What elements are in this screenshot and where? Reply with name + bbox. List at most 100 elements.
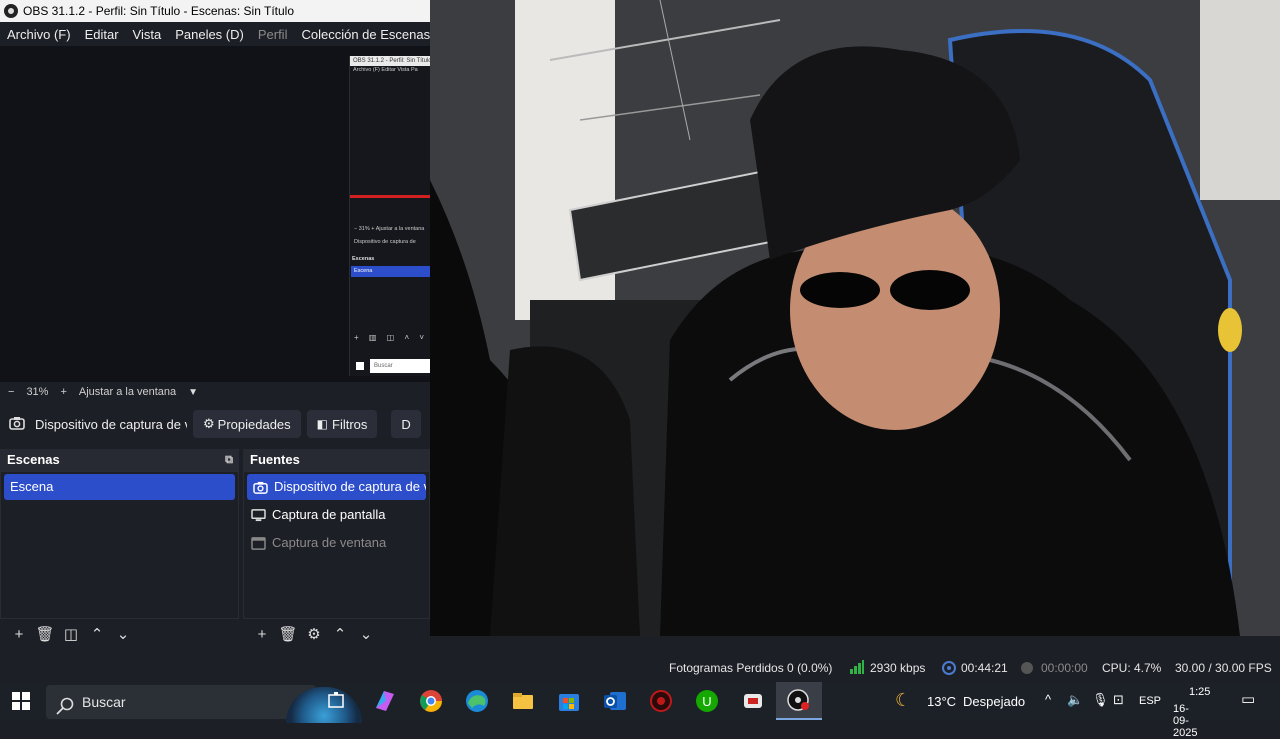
notification-icon[interactable]: ▭ [1241, 690, 1255, 708]
menu-editar[interactable]: Editar [78, 27, 126, 42]
file-explorer-icon[interactable] [510, 688, 536, 714]
cpu-usage: CPU: 4.7% [1102, 661, 1162, 675]
chrome-icon[interactable] [418, 688, 444, 714]
nested-source: Dispositivo de captura de [354, 239, 416, 245]
source-item[interactable]: Captura de pantalla [244, 502, 429, 528]
search-placeholder: Buscar [82, 694, 126, 710]
microphone-icon[interactable]: 🎙 [1092, 692, 1109, 708]
menu-paneles[interactable]: Paneles (D) [168, 27, 251, 42]
zoom-in-button[interactable]: + [60, 386, 66, 398]
camera-icon [253, 480, 268, 494]
more-label: D [401, 416, 411, 432]
window-titlebar: OBS 31.1.2 - Perfil: Sin Título - Escena… [0, 0, 430, 22]
task-view-icon[interactable] [326, 688, 352, 714]
clock-date[interactable]: 16-09-2025 [1173, 703, 1197, 739]
taskbar-search-input[interactable]: Buscar [46, 685, 362, 723]
scenes-list: Escena [0, 471, 239, 619]
zoom-out-button[interactable]: − [8, 386, 14, 398]
sources-dock: Fuentes Dispositivo de captura de vi Cap… [243, 449, 430, 649]
moon-weather-icon[interactable]: ☾ [895, 690, 911, 711]
fit-window-label: Ajustar a la ventana [78, 386, 177, 398]
outlook-icon[interactable] [602, 688, 628, 714]
properties-button[interactable]: ⚙ Propiedades [193, 410, 301, 438]
fps-readout: 30.00 / 30.00 FPS [1175, 661, 1272, 675]
scene-item-label: Escena [10, 479, 54, 494]
status-bar: Fotogramas Perdidos 0 (0.0%) 2930 kbps 0… [0, 654, 1280, 682]
obs-logo-icon [4, 4, 18, 18]
webcam-video-overlay [430, 0, 1280, 636]
store-icon[interactable] [556, 688, 582, 714]
source-item-label: Captura de pantalla [272, 507, 386, 522]
nested-menu: Archivo (F) Editar Vista Pa [353, 67, 418, 73]
source-item[interactable]: Captura de ventana [244, 530, 429, 556]
source-toolbar: Dispositivo de captura de v ⚙ Propiedade… [0, 406, 430, 442]
undock-icon[interactable]: ⧉ [225, 449, 233, 471]
menu-bar: Archivo (F) Editar Vista Paneles (D) Per… [0, 22, 454, 46]
gear-icon: ⚙ [203, 416, 215, 431]
weather-desc[interactable]: Despejado [963, 694, 1025, 709]
menu-vista[interactable]: Vista [126, 27, 169, 42]
bitrate: 2930 kbps [870, 661, 926, 675]
weather-temp[interactable]: 13°C [927, 694, 956, 709]
monitor-icon [250, 508, 266, 522]
nested-red-line [350, 195, 431, 198]
obs-taskbar-icon[interactable] [776, 682, 822, 720]
bitrate-signal-icon [850, 660, 864, 677]
add-source-icon[interactable]: + [249, 626, 275, 643]
stream-time: 00:44:21 [961, 661, 1008, 675]
zoom-value: 31% [26, 386, 49, 398]
sources-title: Fuentes [250, 452, 300, 467]
dropped-frames: Fotogramas Perdidos 0 (0.0%) [669, 661, 833, 675]
dock-bottom-strip [430, 636, 1280, 650]
scenes-toolbar: + 🗑 ◫ ⌃ ⌄ [0, 619, 239, 649]
chevron-up-icon[interactable]: ^ [1045, 692, 1051, 707]
menu-perfil[interactable]: Perfil [251, 27, 295, 42]
camera-icon [9, 416, 25, 433]
windows-taskbar: Buscar U ☾ 13°C Despejado ^ 🔈 🎙 ⊡ ESP 1:… [0, 682, 1280, 739]
streaming-icon [941, 661, 957, 678]
scenes-dock: Escenas ⧉ Escena + 🗑 ◫ ⌃ ⌄ [0, 449, 239, 649]
nested-tools: + ▥ ◫ ˄ ˅ [354, 333, 429, 342]
edge-icon[interactable] [464, 688, 490, 714]
copilot-icon[interactable] [372, 688, 398, 714]
antivirus-icon[interactable] [648, 688, 674, 714]
remove-scene-icon[interactable]: 🗑 [32, 625, 58, 643]
clock-time[interactable]: 1:25 [1189, 686, 1210, 698]
move-down-icon[interactable]: ⌄ [110, 625, 136, 643]
window-title: OBS 31.1.2 - Perfil: Sin Título - Escena… [23, 4, 295, 18]
windows-start-icon[interactable] [12, 692, 30, 710]
scene-item[interactable]: Escena [4, 474, 235, 500]
language-indicator[interactable]: ESP [1139, 695, 1161, 707]
add-scene-icon[interactable]: + [6, 626, 32, 643]
zoom-dropdown-icon[interactable]: ▼ [188, 387, 198, 398]
more-button[interactable]: D [391, 410, 421, 438]
network-icon[interactable]: ⊡ [1113, 692, 1124, 708]
media-icon[interactable] [740, 688, 766, 714]
scenes-title: Escenas [7, 452, 60, 467]
filters-button[interactable]: ◧ Filtros [306, 410, 378, 438]
menu-coleccion-escenas[interactable]: Colección de Escenas [294, 27, 437, 42]
scene-filters-icon[interactable]: ◫ [58, 625, 84, 643]
nested-windows-icon [356, 362, 364, 370]
nested-preview: OBS 31.1.2 - Perfil: Sin Título - Escena… [349, 56, 431, 376]
sources-toolbar: + 🗑 ⚙ ⌃ ⌄ [243, 619, 430, 649]
filters-label: Filtros [332, 416, 368, 432]
speaker-icon[interactable]: 🔈 [1067, 692, 1083, 708]
scenes-header: Escenas ⧉ [0, 449, 239, 471]
record-time: 00:00:00 [1041, 661, 1088, 675]
nested-title: OBS 31.1.2 - Perfil: Sin Título - Escena… [350, 56, 430, 66]
source-item[interactable]: Dispositivo de captura de vi [247, 474, 426, 500]
sources-header: Fuentes [243, 449, 430, 471]
upwork-icon[interactable]: U [694, 688, 720, 714]
move-up-icon[interactable]: ⌃ [84, 625, 110, 643]
sources-list: Dispositivo de captura de vi Captura de … [243, 471, 430, 619]
svg-text:U: U [702, 694, 711, 709]
remove-source-icon[interactable]: 🗑 [275, 625, 301, 643]
nested-scene: Escena [351, 266, 430, 277]
source-properties-icon[interactable]: ⚙ [301, 625, 327, 643]
move-down-icon[interactable]: ⌄ [353, 625, 379, 643]
zoom-bar: − 31% + Ajustar a la ventana ▼ [0, 382, 430, 402]
move-up-icon[interactable]: ⌃ [327, 625, 353, 643]
menu-archivo[interactable]: Archivo (F) [0, 27, 78, 42]
search-icon [56, 693, 74, 727]
